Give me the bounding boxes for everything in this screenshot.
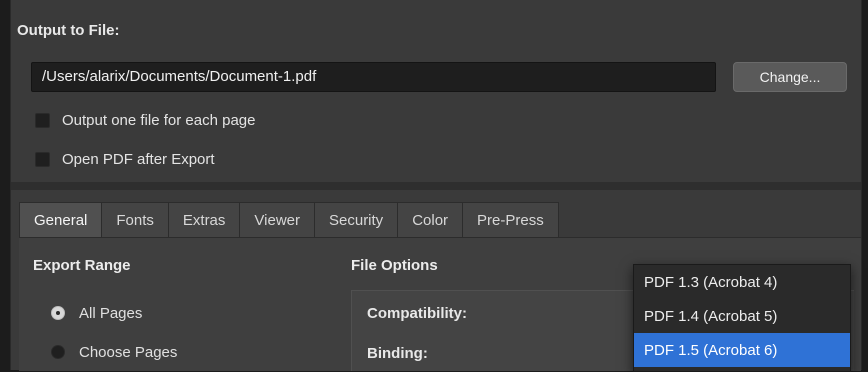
open-pdf-after-export-option[interactable]: Open PDF after Export: [35, 148, 215, 170]
section-divider: [11, 182, 861, 190]
compatibility-option-pdf-1-3[interactable]: PDF 1.3 (Acrobat 4): [634, 265, 850, 299]
settings-tabbar: General Fonts Extras Viewer Security Col…: [19, 202, 559, 238]
tab-general[interactable]: General: [19, 202, 103, 238]
all-pages-radio[interactable]: [51, 306, 65, 320]
open-pdf-after-export-label: Open PDF after Export: [62, 150, 215, 168]
choose-pages-radio[interactable]: [51, 345, 65, 359]
tab-fonts[interactable]: Fonts: [101, 202, 169, 238]
output-to-file-label: Output to File:: [17, 22, 120, 39]
binding-label: Binding:: [367, 345, 428, 362]
file-options-heading: File Options: [351, 257, 438, 274]
open-pdf-after-export-checkbox[interactable]: [35, 151, 50, 167]
all-pages-label: All Pages: [79, 304, 143, 322]
compatibility-dropdown-menu[interactable]: PDF 1.3 (Acrobat 4) PDF 1.4 (Acrobat 5) …: [633, 264, 851, 372]
tab-pre-press[interactable]: Pre-Press: [462, 202, 559, 238]
change-button[interactable]: Change...: [733, 62, 847, 92]
tab-extras[interactable]: Extras: [167, 202, 241, 238]
export-range-heading: Export Range: [33, 257, 131, 274]
output-path-field[interactable]: /Users/alarix/Documents/Document-1.pdf: [31, 62, 716, 92]
choose-pages-label: Choose Pages: [79, 343, 178, 361]
output-one-file-per-page-option[interactable]: Output one file for each page: [35, 109, 255, 131]
output-one-file-per-page-label: Output one file for each page: [62, 111, 256, 129]
all-pages-option[interactable]: All Pages: [51, 302, 142, 324]
export-dialog-panel: Output to File: /Users/alarix/Documents/…: [10, 0, 862, 372]
output-one-file-per-page-checkbox[interactable]: [35, 112, 50, 128]
tab-security[interactable]: Security: [314, 202, 399, 238]
tab-color[interactable]: Color: [397, 202, 464, 238]
tab-viewer[interactable]: Viewer: [239, 202, 315, 238]
compatibility-label: Compatibility:: [367, 305, 467, 322]
compatibility-option-pdf-1-5[interactable]: PDF 1.5 (Acrobat 6): [634, 333, 850, 367]
compatibility-option-pdf-1-4[interactable]: PDF 1.4 (Acrobat 5): [634, 299, 850, 333]
choose-pages-option[interactable]: Choose Pages: [51, 341, 177, 363]
